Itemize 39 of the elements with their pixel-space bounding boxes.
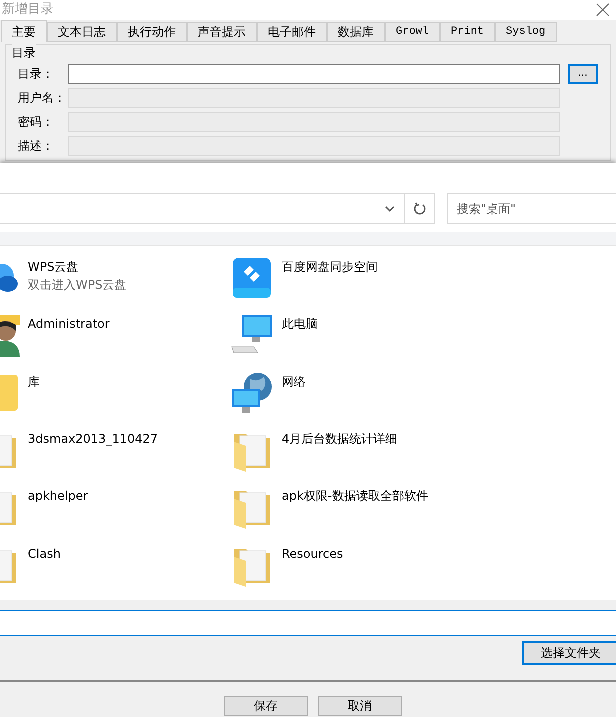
item-name[interactable]: 3dsmax2013_110427 bbox=[28, 430, 158, 448]
tab[interactable]: 执行动作 bbox=[117, 22, 187, 42]
refresh-button[interactable] bbox=[405, 193, 435, 224]
item-name[interactable]: 网络 bbox=[282, 372, 306, 391]
field-label: 用户名： bbox=[17, 90, 67, 107]
field-label: 描述： bbox=[17, 138, 55, 155]
item-name[interactable]: 库 bbox=[28, 372, 40, 391]
tab[interactable]: 文本日志 bbox=[47, 22, 117, 42]
field-label: 目录： bbox=[17, 66, 55, 83]
dialog-button[interactable]: 取消 bbox=[318, 696, 402, 716]
item-name[interactable]: WPS云盘 bbox=[28, 258, 127, 276]
item-name[interactable]: Resources bbox=[282, 544, 344, 563]
close-icon[interactable] bbox=[596, 3, 610, 17]
dialog-button[interactable]: 保存 bbox=[224, 696, 308, 716]
item-name[interactable]: apkhelper bbox=[28, 487, 88, 506]
item-name[interactable]: Administrator bbox=[28, 315, 110, 334]
item-subtitle: 双击进入WPS云盘 bbox=[28, 277, 127, 294]
item-name[interactable]: 百度网盘同步空间 bbox=[282, 258, 378, 276]
text-field[interactable] bbox=[68, 64, 560, 84]
search-field[interactable]: 搜索"桌面" bbox=[447, 193, 616, 224]
select-folder-button[interactable]: 选择文件夹 bbox=[522, 641, 616, 665]
tab[interactable]: Print bbox=[440, 22, 496, 42]
item-name[interactable]: 此电脑 bbox=[282, 315, 318, 334]
item-name[interactable]: 4月后台数据统计详细 bbox=[282, 430, 398, 448]
tab[interactable]: 声音提示 bbox=[187, 22, 257, 42]
folder-name-field[interactable] bbox=[0, 610, 616, 636]
browse-button[interactable]: ... bbox=[568, 64, 598, 84]
field-label: 密码： bbox=[17, 114, 55, 131]
item-name[interactable]: Clash bbox=[28, 544, 61, 563]
tab[interactable]: 主要 bbox=[1, 20, 47, 42]
tab[interactable]: Syslog bbox=[495, 22, 557, 42]
tab[interactable]: 电子邮件 bbox=[257, 22, 327, 42]
tab[interactable]: 数据库 bbox=[327, 22, 385, 42]
tab[interactable]: Growl bbox=[385, 22, 440, 42]
drive-icon bbox=[230, 256, 274, 300]
item-name[interactable]: apk权限-数据读取全部软件 bbox=[282, 487, 428, 506]
refresh-icon bbox=[412, 202, 427, 216]
window-title: 新增目录 bbox=[2, 1, 54, 20]
network-icon bbox=[230, 370, 274, 415]
